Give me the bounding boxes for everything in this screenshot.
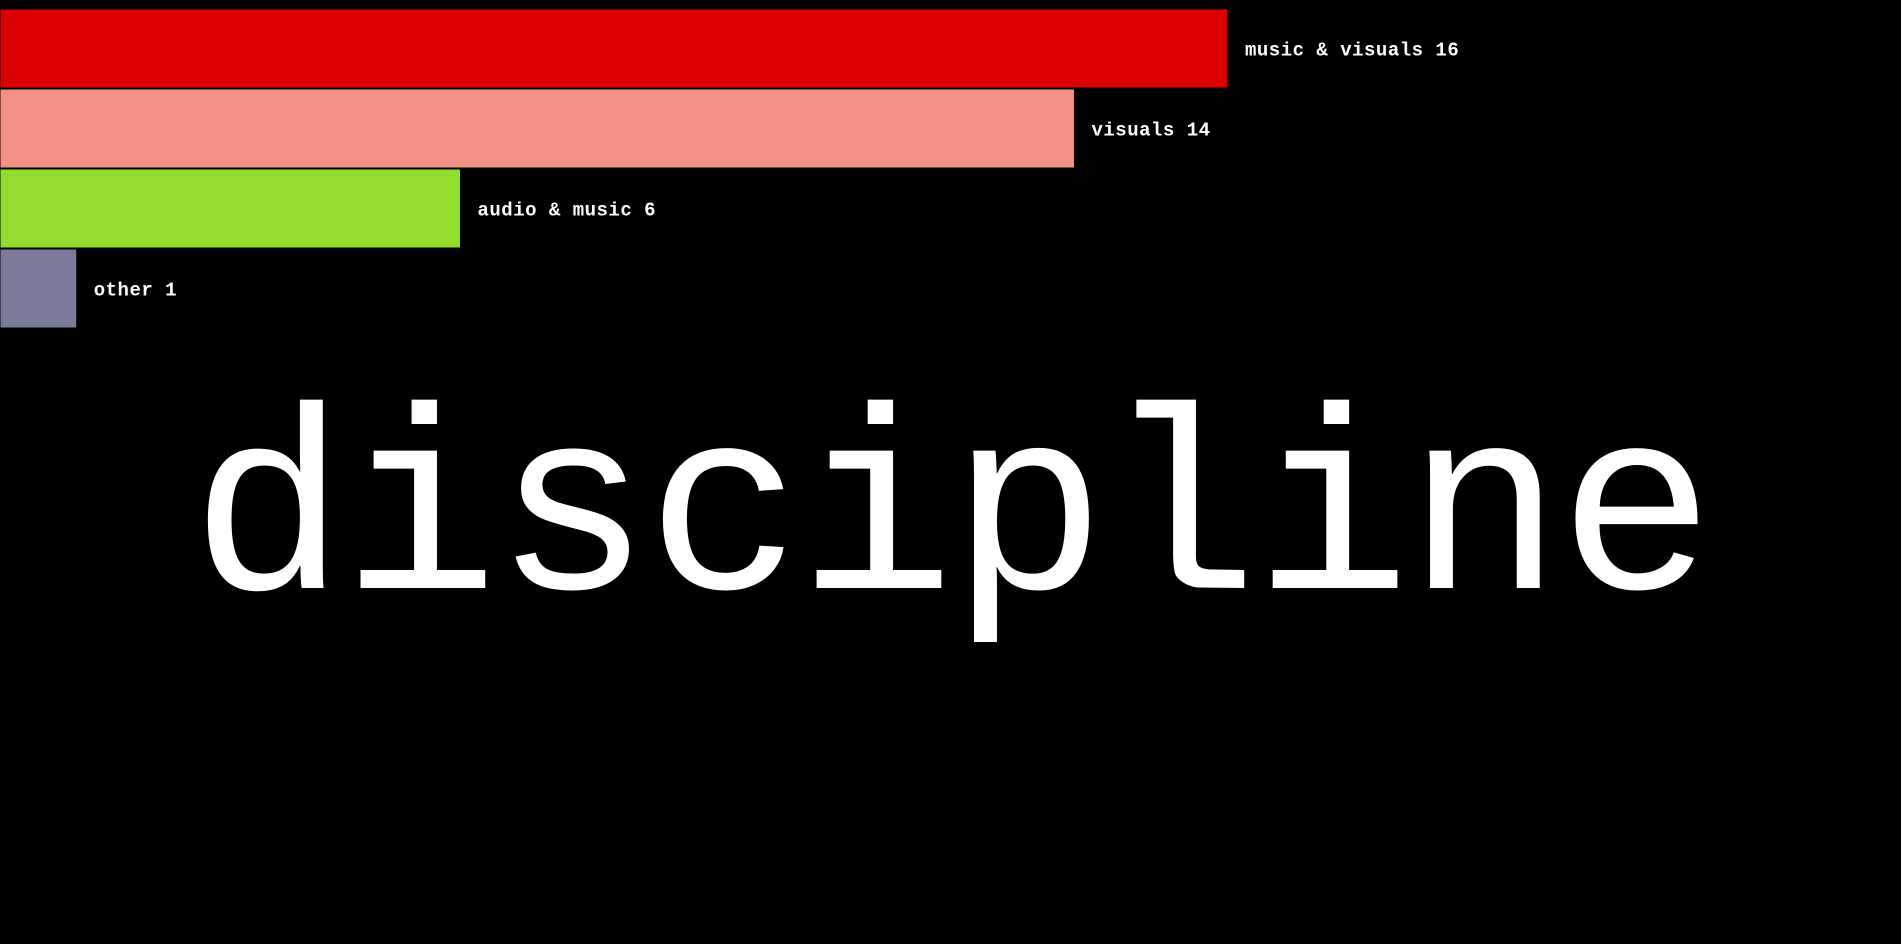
bar-label: visuals 14	[1092, 120, 1211, 142]
bar-label: audio & music 6	[478, 200, 657, 222]
bar-music-visuals	[0, 8, 1229, 89]
bar-visuals	[0, 88, 1075, 169]
bar-chart: music & visuals 16 visuals 14 audio & musi…	[0, 8, 1459, 329]
bar-other	[0, 248, 78, 329]
chart-stage: music & visuals 16 visuals 14 audio & musi…	[0, 0, 1901, 944]
bar-audio-music	[0, 168, 461, 249]
chart-title: discipline	[190, 373, 1714, 667]
bar-label: other 1	[94, 280, 177, 302]
bar-label: music & visuals 16	[1245, 40, 1459, 62]
